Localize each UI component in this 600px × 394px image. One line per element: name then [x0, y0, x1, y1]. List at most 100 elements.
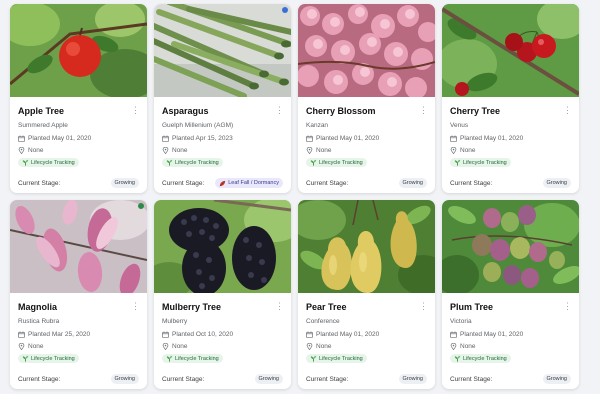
- planted-date: Planted May 01, 2020: [460, 331, 524, 338]
- planted-date-row: Planted Oct 10, 2020: [162, 331, 233, 338]
- location-row: None: [306, 343, 332, 350]
- badge-label: Lifecycle Tracking: [319, 159, 363, 166]
- calendar-icon: [306, 135, 313, 142]
- more-options-icon[interactable]: ⋮: [275, 106, 284, 115]
- lifecycle-tracking-badge: Lifecycle Tracking: [306, 354, 367, 363]
- planted-date-row: Planted Apr 15, 2023: [162, 135, 233, 142]
- current-stage-label: Current Stage:: [306, 180, 349, 187]
- badge-label: Lifecycle Tracking: [319, 355, 363, 362]
- plant-card[interactable]: Asparagus ⋮ Guelph Millenium (AGM) Plant…: [154, 4, 291, 193]
- plant-name: Pear Tree: [306, 302, 347, 312]
- lifecycle-tracking-badge: Lifecycle Tracking: [162, 158, 223, 167]
- more-options-icon[interactable]: ⋮: [131, 302, 140, 311]
- planted-date: Planted May 01, 2020: [316, 135, 380, 142]
- sprout-icon: [166, 355, 173, 362]
- location: None: [460, 147, 476, 154]
- badge-label: Lifecycle Tracking: [175, 159, 219, 166]
- plant-card[interactable]: Pear Tree ⋮ Conference Planted May 01, 2…: [298, 200, 435, 389]
- plant-photo: [442, 200, 579, 293]
- stage-badge: Growing: [254, 374, 283, 384]
- plant-name: Plum Tree: [450, 302, 494, 312]
- more-options-icon[interactable]: ⋮: [275, 302, 284, 311]
- planted-date-row: Planted May 01, 2020: [450, 135, 523, 142]
- location-row: None: [162, 147, 188, 154]
- plant-card[interactable]: Mulberry Tree ⋮ Mulberry Planted Oct 10,…: [154, 200, 291, 389]
- location-pin-icon: [450, 343, 457, 350]
- more-options-icon[interactable]: ⋮: [563, 302, 572, 311]
- plant-card[interactable]: Apple Tree ⋮ Summered Apple Planted May …: [10, 4, 147, 193]
- badge-label: Lifecycle Tracking: [175, 355, 219, 362]
- calendar-icon: [450, 135, 457, 142]
- sprout-icon: [310, 159, 317, 166]
- planted-date-row: Planted May 01, 2020: [306, 331, 379, 338]
- current-stage-label: Current Stage:: [450, 180, 493, 187]
- plant-variety: Rustica Rubra: [18, 318, 60, 325]
- planted-date-row: Planted May 01, 2020: [306, 135, 379, 142]
- calendar-icon: [162, 135, 169, 142]
- location: None: [28, 147, 44, 154]
- sprout-icon: [166, 159, 173, 166]
- stage-badge: Growing: [398, 374, 427, 384]
- location: None: [28, 343, 44, 350]
- calendar-icon: [18, 135, 25, 142]
- more-options-icon[interactable]: ⋮: [131, 106, 140, 115]
- current-stage-label: Current Stage:: [18, 376, 61, 383]
- plant-photo: [154, 4, 291, 97]
- plant-card-grid: Apple Tree ⋮ Summered Apple Planted May …: [0, 0, 600, 394]
- plant-card[interactable]: Cherry Blossom ⋮ Kanzan Planted May 01, …: [298, 4, 435, 193]
- badge-label: Lifecycle Tracking: [463, 355, 507, 362]
- status-dot: [138, 203, 144, 209]
- current-stage-label: Current Stage:: [18, 180, 61, 187]
- badge-label: Lifecycle Tracking: [31, 159, 75, 166]
- status-dot: [282, 7, 288, 13]
- plant-card[interactable]: Plum Tree ⋮ Victoria Planted May 01, 202…: [442, 200, 579, 389]
- lifecycle-tracking-badge: Lifecycle Tracking: [450, 158, 511, 167]
- location-row: None: [450, 343, 476, 350]
- current-stage-label: Current Stage:: [162, 376, 205, 383]
- plant-variety: Summered Apple: [18, 122, 68, 129]
- more-options-icon[interactable]: ⋮: [563, 106, 572, 115]
- plant-photo: [10, 200, 147, 293]
- current-stage-label: Current Stage:: [450, 376, 493, 383]
- lifecycle-tracking-badge: Lifecycle Tracking: [450, 354, 511, 363]
- current-stage-label: Current Stage:: [306, 376, 349, 383]
- more-options-icon[interactable]: ⋮: [419, 302, 428, 311]
- sprout-icon: [454, 355, 461, 362]
- more-options-icon[interactable]: ⋮: [419, 106, 428, 115]
- plant-photo: [298, 4, 435, 97]
- plant-name: Magnolia: [18, 302, 58, 312]
- calendar-icon: [450, 331, 457, 338]
- plant-card[interactable]: Cherry Tree ⋮ Venus Planted May 01, 2020…: [442, 4, 579, 193]
- location-pin-icon: [162, 343, 169, 350]
- plant-variety: Mulberry: [162, 318, 188, 325]
- lifecycle-tracking-badge: Lifecycle Tracking: [306, 158, 367, 167]
- planted-date: Planted May 01, 2020: [28, 135, 92, 142]
- location-row: None: [18, 343, 44, 350]
- plant-variety: Kanzan: [306, 122, 329, 129]
- location: None: [172, 147, 188, 154]
- plant-photo: [442, 4, 579, 97]
- stage-badge: Growing: [398, 178, 427, 188]
- location: None: [460, 343, 476, 350]
- planted-date: Planted Apr 15, 2023: [172, 135, 233, 142]
- plant-name: Cherry Blossom: [306, 106, 376, 116]
- badge-label: Lifecycle Tracking: [31, 355, 75, 362]
- plant-name: Asparagus: [162, 106, 209, 116]
- planted-date-row: Planted May 01, 2020: [18, 135, 91, 142]
- location-pin-icon: [18, 147, 25, 154]
- location: None: [316, 343, 332, 350]
- location-pin-icon: [450, 147, 457, 154]
- plant-variety: Guelph Millenium (AGM): [162, 122, 234, 129]
- plant-name: Apple Tree: [18, 106, 65, 116]
- plant-name: Cherry Tree: [450, 106, 501, 116]
- plant-variety: Venus: [450, 122, 469, 129]
- planted-date: Planted Mar 25, 2020: [28, 331, 91, 338]
- location-row: None: [18, 147, 44, 154]
- falling-leaf-icon: [219, 180, 226, 186]
- plant-card[interactable]: Magnolia ⋮ Rustica Rubra Planted Mar 25,…: [10, 200, 147, 389]
- planted-date-row: Planted May 01, 2020: [450, 331, 523, 338]
- location-pin-icon: [306, 147, 313, 154]
- sprout-icon: [22, 355, 29, 362]
- lifecycle-tracking-badge: Lifecycle Tracking: [18, 354, 79, 363]
- calendar-icon: [306, 331, 313, 338]
